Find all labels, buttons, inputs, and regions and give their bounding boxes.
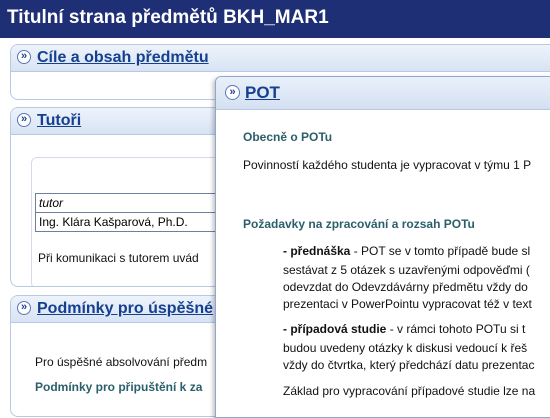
item-prednaska-line3: odevzdat do Odevzdávárny předmětu vždy d… — [283, 280, 528, 294]
panel-tutori-title[interactable]: Tutoři — [37, 112, 81, 130]
pot-dialog-header[interactable]: » POT — [216, 77, 550, 110]
item-pripadova-line1: - případová studie - v rámci tohoto POTu… — [283, 322, 525, 336]
tutor-column-header: tutor — [35, 193, 225, 213]
panel-cile-header[interactable]: » Cíle a obsah předmětu — [11, 45, 550, 72]
item-prednaska-text: - POT se v tomto případě bude sl — [350, 244, 531, 258]
item-prednaska-line2: sestávat z 5 otázek s uzavřenými odpověď… — [283, 263, 530, 277]
section-heading-pozadavky: Požadavky na zpracování a rozsah POTu — [243, 217, 475, 231]
page-header: Titulní strana předmětů BKH_MAR1 — [0, 0, 550, 38]
podminky-text: Pro úspěšné absolvování předm — [35, 355, 208, 369]
item-prednaska-label: - přednáška — [283, 244, 351, 258]
expand-chevron-icon[interactable]: » — [17, 113, 31, 127]
expand-chevron-icon[interactable]: » — [17, 50, 31, 64]
tutor-note: Při komunikaci s tutorem uvád — [38, 251, 199, 265]
item-pripadova-label: - případová studie — [283, 322, 387, 336]
item-pripadova-line3: vždy do čtvrtka, který předchází datu pr… — [283, 358, 535, 372]
pot-dialog: » POT Obecně o POTu Povinností každého s… — [215, 76, 550, 418]
panel-cile-title[interactable]: Cíle a obsah předmětu — [37, 49, 209, 67]
item-prednaska-line1: - přednáška - POT se v tomto případě bud… — [283, 244, 530, 258]
expand-chevron-icon[interactable]: » — [17, 301, 31, 315]
expand-chevron-icon[interactable]: » — [225, 85, 240, 100]
section-text-obecne: Povinností každého studenta je vypracova… — [243, 158, 532, 172]
podminky-subheading: Podmínky pro připuštění k za — [35, 380, 203, 394]
tutor-table: tutor Ing. Klára Kašparová, Ph.D. — [35, 193, 225, 232]
table-row: Ing. Klára Kašparová, Ph.D. — [35, 212, 225, 232]
pot-dialog-title[interactable]: POT — [245, 83, 280, 103]
item-pripadova-text: - v rámci tohoto POTu si t — [386, 322, 526, 336]
panel-podminky-title[interactable]: Podmínky pro úspěšné — [37, 300, 213, 318]
item-prednaska-line4: prezentaci v PowerPointu vypracovat též … — [283, 297, 532, 311]
item-pripadova-line2: budou uvedeny otázky k diskusi vedoucí k… — [283, 341, 528, 355]
page-title: Titulní strana předmětů BKH_MAR1 — [7, 7, 329, 28]
tutor-name: Ing. Klára Kašparová, Ph.D. — [35, 212, 225, 232]
section-heading-obecne: Obecně o POTu — [243, 130, 333, 144]
footer-text: Základ pro vypracování případové studie … — [283, 384, 536, 398]
table-row: tutor — [35, 193, 225, 213]
